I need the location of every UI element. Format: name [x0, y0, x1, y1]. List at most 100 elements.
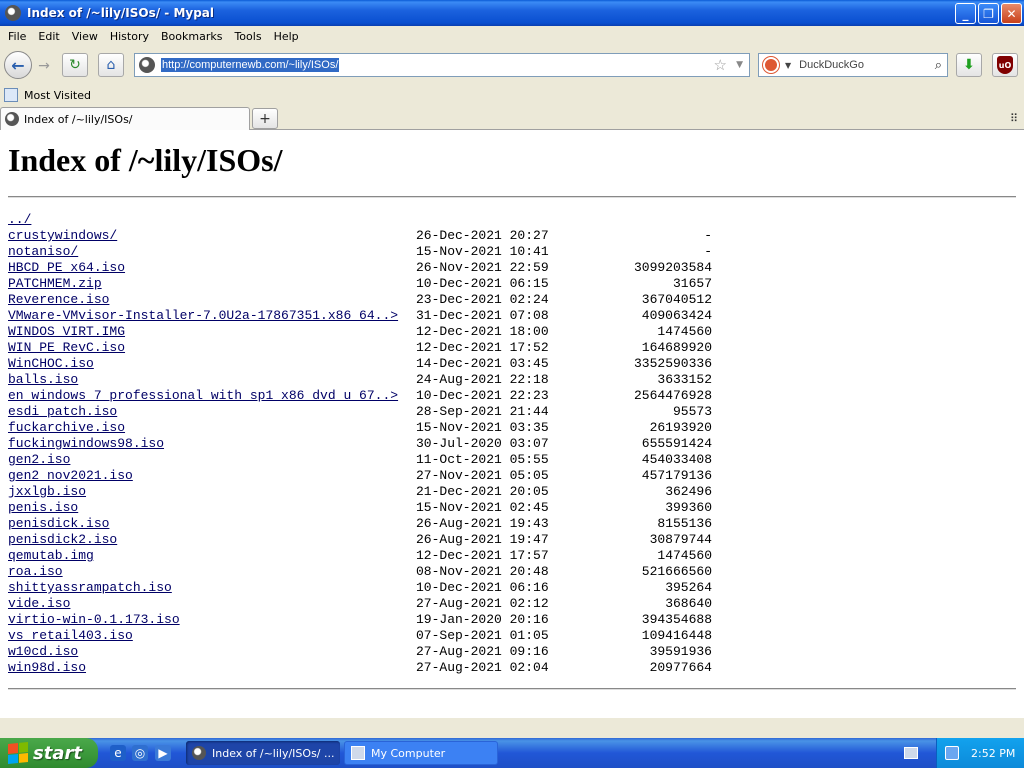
- file-link[interactable]: notaniso/: [8, 244, 78, 259]
- listing-row: HBCD PE x64.iso 26-Nov-2021 22:59 30992035…: [8, 260, 728, 276]
- tab-index-of-isos[interactable]: Index of /~lily/ISOs/: [0, 107, 250, 130]
- language-bar-icon[interactable]: [904, 747, 918, 759]
- site-identity-icon[interactable]: [139, 57, 155, 73]
- start-button[interactable]: start: [0, 738, 98, 768]
- ublock-button[interactable]: uO: [992, 53, 1018, 77]
- minimize-button[interactable]: _: [955, 3, 976, 24]
- file-link[interactable]: penis.iso: [8, 500, 78, 515]
- file-link[interactable]: roa.iso: [8, 564, 63, 579]
- file-link[interactable]: gen2.iso: [8, 452, 70, 467]
- menu-edit[interactable]: Edit: [32, 30, 65, 43]
- file-date: 26-Nov-2021 22:59: [416, 260, 549, 275]
- file-date: 15-Nov-2021 02:45: [416, 500, 549, 515]
- file-date: 07-Sep-2021 01:05: [416, 628, 549, 643]
- bookmark-most-visited[interactable]: Most Visited: [24, 89, 91, 102]
- file-link[interactable]: shittyassrampatch.iso: [8, 580, 172, 595]
- menu-history[interactable]: History: [104, 30, 155, 43]
- bottom-divider: [8, 688, 1016, 690]
- file-link[interactable]: win98d.iso: [8, 660, 86, 675]
- duckduckgo-icon[interactable]: [763, 57, 779, 73]
- file-size: 394354688: [641, 612, 712, 627]
- window-titlebar[interactable]: Index of /~lily/ISOs/ - Mypal _ ❐ ✕: [0, 0, 1024, 26]
- file-date: 27-Nov-2021 05:05: [416, 468, 549, 483]
- media-player-icon[interactable]: ▶: [155, 745, 171, 761]
- taskbar-item-browser[interactable]: Index of /~lily/ISOs/ ...: [186, 741, 340, 765]
- listing-row: en windows 7 professional with sp1 x86 d…: [8, 388, 728, 404]
- reload-button[interactable]: ↻: [62, 53, 88, 77]
- tab-title: Index of /~lily/ISOs/: [24, 112, 133, 126]
- file-link[interactable]: vide.iso: [8, 596, 70, 611]
- file-size: 39591936: [649, 644, 712, 659]
- url-text[interactable]: http://computernewb.com/~lily/ISOs/: [161, 58, 340, 72]
- file-size: 395264: [665, 580, 712, 595]
- list-all-tabs-icon[interactable]: ⠿: [1010, 112, 1018, 125]
- file-size: 1474560: [657, 324, 712, 339]
- back-button[interactable]: ←: [4, 51, 32, 79]
- file-link[interactable]: gen2 nov2021.iso: [8, 468, 133, 483]
- file-link[interactable]: WIN PE RevC.iso: [8, 340, 125, 355]
- file-date: 12-Dec-2021 17:52: [416, 340, 549, 355]
- file-link[interactable]: crustywindows/: [8, 228, 117, 243]
- search-icon[interactable]: ⌕: [935, 58, 942, 73]
- file-date: 10-Dec-2021 06:16: [416, 580, 549, 595]
- file-link[interactable]: esdi patch.iso: [8, 404, 117, 419]
- quicklaunch-app-icon[interactable]: ◎: [132, 745, 148, 761]
- file-link[interactable]: fuckingwindows98.iso: [8, 436, 164, 451]
- menu-tools[interactable]: Tools: [228, 30, 267, 43]
- file-link[interactable]: virtio-win-0.1.173.iso: [8, 612, 180, 627]
- menu-bookmarks[interactable]: Bookmarks: [155, 30, 228, 43]
- file-link[interactable]: qemutab.img: [8, 548, 94, 563]
- directory-listing: ../crustywindows/26-Dec-2021 20:27- notan…: [8, 212, 728, 676]
- menu-file[interactable]: File: [2, 30, 32, 43]
- url-dropdown-icon[interactable]: ▼: [736, 60, 743, 70]
- file-size: 409063424: [641, 308, 712, 323]
- listing-row: vs retail403.iso 07-Sep-2021 01:05 1094164…: [8, 628, 728, 644]
- close-button[interactable]: ✕: [1001, 3, 1022, 24]
- file-link[interactable]: WINDOS VIRT.IMG: [8, 324, 125, 339]
- reload-icon: ↻: [69, 57, 81, 73]
- file-link[interactable]: VMware-VMvisor-Installer-7.0U2a-17867351…: [8, 308, 398, 323]
- file-link[interactable]: jxxlgb.iso: [8, 484, 86, 499]
- new-tab-button[interactable]: +: [252, 108, 278, 129]
- listing-row: vide.iso 27-Aug-2021 02:12 368640: [8, 596, 728, 612]
- file-link[interactable]: en windows 7 professional with sp1 x86 d…: [8, 388, 398, 403]
- file-link[interactable]: HBCD PE x64.iso: [8, 260, 125, 275]
- maximize-button[interactable]: ❐: [978, 3, 999, 24]
- listing-row: crustywindows/26-Dec-2021 20:27 -: [8, 228, 728, 244]
- file-link[interactable]: ../: [8, 212, 31, 227]
- listing-row: fuckarchive.iso 15-Nov-2021 03:35 26193920: [8, 420, 728, 436]
- file-link[interactable]: fuckarchive.iso: [8, 420, 125, 435]
- file-link[interactable]: vs retail403.iso: [8, 628, 133, 643]
- clock[interactable]: 2:52 PM: [971, 747, 1015, 760]
- url-bar[interactable]: http://computernewb.com/~lily/ISOs/ ☆ ▼: [134, 53, 750, 77]
- navigation-toolbar: ← → ↻ ⌂ http://computernewb.com/~lily/IS…: [0, 46, 1024, 84]
- menu-view[interactable]: View: [66, 30, 104, 43]
- search-bar[interactable]: ▼ ⌕: [758, 53, 948, 77]
- downloads-button[interactable]: ⬇: [956, 53, 982, 77]
- listing-row: gen2 nov2021.iso 27-Nov-2021 05:05 4571791…: [8, 468, 728, 484]
- search-engine-dropdown-icon[interactable]: ▼: [785, 61, 791, 70]
- network-tray-icon[interactable]: [945, 746, 959, 760]
- search-input[interactable]: [799, 59, 930, 71]
- window-title: Index of /~lily/ISOs/ - Mypal: [27, 6, 215, 20]
- status-bar: [0, 718, 1024, 738]
- menu-help[interactable]: Help: [268, 30, 305, 43]
- file-link[interactable]: Reverence.iso: [8, 292, 109, 307]
- page-content: Index of /~lily/ISOs/ ../crustywindows/2…: [0, 130, 1024, 718]
- taskbar-item-my-computer[interactable]: My Computer: [344, 741, 498, 765]
- file-date: 11-Oct-2021 05:55: [416, 452, 549, 467]
- file-link[interactable]: balls.iso: [8, 372, 78, 387]
- file-link[interactable]: penisdick2.iso: [8, 532, 117, 547]
- file-size: 3352590336: [633, 356, 712, 371]
- listing-row: penis.iso 15-Nov-2021 02:45 399360: [8, 500, 728, 516]
- file-link[interactable]: w10cd.iso: [8, 644, 78, 659]
- file-link[interactable]: penisdick.iso: [8, 516, 109, 531]
- forward-button[interactable]: →: [34, 56, 54, 76]
- home-button[interactable]: ⌂: [98, 53, 124, 77]
- internet-explorer-icon[interactable]: e: [110, 745, 126, 761]
- most-visited-icon: [4, 88, 18, 102]
- file-link[interactable]: PATCHMEM.zip: [8, 276, 102, 291]
- file-link[interactable]: WinCHOC.iso: [8, 356, 94, 371]
- listing-row: WINDOS VIRT.IMG 12-Dec-2021 18:00 1474560: [8, 324, 728, 340]
- bookmark-star-icon[interactable]: ☆: [714, 56, 727, 74]
